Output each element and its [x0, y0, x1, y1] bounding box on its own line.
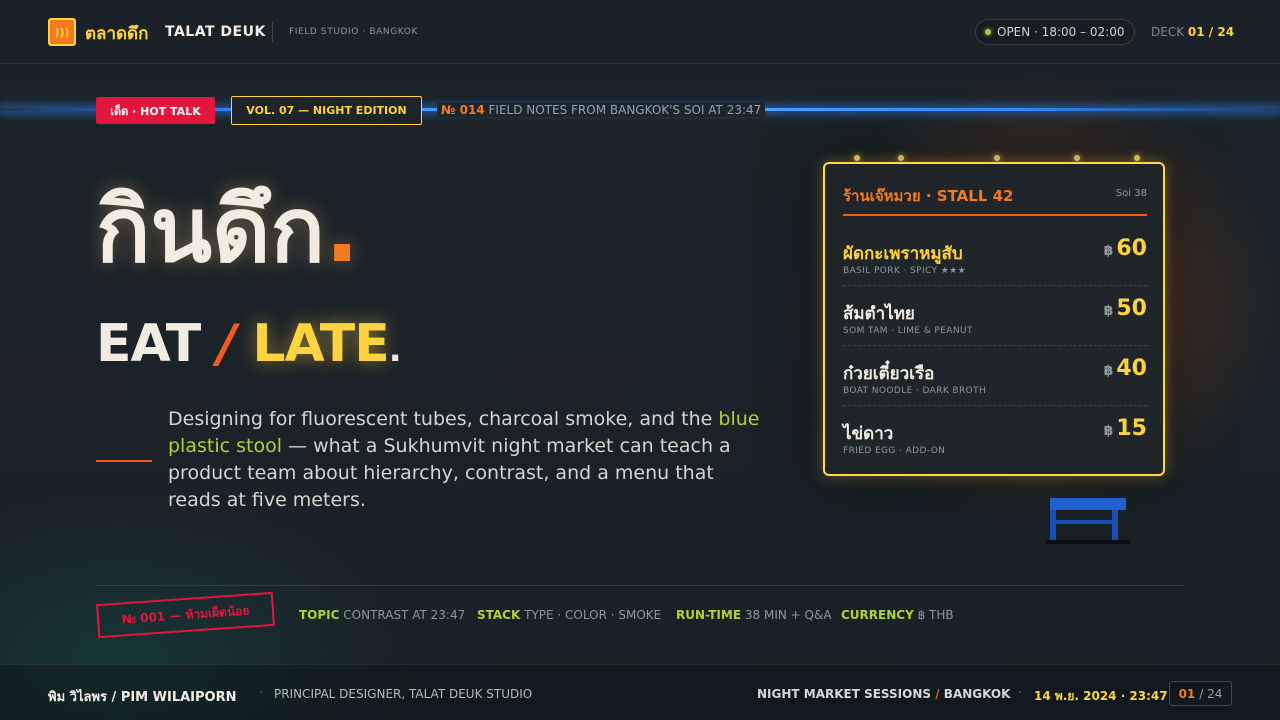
hero-slash: / — [217, 314, 236, 374]
menu-item: ก๋วยเตี๋ยวเรือ BOAT NOODLE · DARK BROTH … — [843, 346, 1147, 406]
baht-icon: ฿ — [1103, 303, 1114, 319]
field-notes-label: № 014 FIELD NOTES FROM BANGKOK'S SOI AT … — [437, 103, 766, 117]
price-value: 15 — [1116, 416, 1147, 441]
meta-divider — [96, 585, 1184, 586]
lead-rule — [96, 460, 152, 462]
menu-rule — [843, 214, 1147, 216]
bulb-icon — [1074, 155, 1080, 161]
hero-title-thai: กินดึก. — [96, 186, 359, 276]
brand-name: TALAT DEUK — [165, 24, 266, 40]
meta-value: TYPE · COLOR · SMOKE — [524, 608, 662, 622]
speaker-name: พิม วิไลพร / PIM WILAIPORN — [48, 690, 237, 705]
price-value: 50 — [1116, 296, 1147, 321]
meta-currency: CURRENCY ฿ THB — [841, 608, 954, 622]
hero-end-dot: . — [388, 330, 402, 370]
plastic-stool-icon — [1046, 498, 1130, 544]
menu-item-name: ก๋วยเตี๋ยวเรือ — [843, 364, 935, 384]
session-date: 14 พ.ย. 2024 · 23:47 — [1034, 689, 1168, 703]
footer: พิม วิไลพร / PIM WILAIPORN · PRINCIPAL D… — [0, 664, 1280, 720]
meta-key: CURRENCY — [841, 608, 914, 622]
hero-late: LATE — [252, 314, 389, 374]
baht-icon: ฿ — [1103, 363, 1114, 379]
menu-item-description: BASIL PORK · SPICY ★★★ — [843, 266, 967, 276]
meta-topic: TOPIC CONTRAST AT 23:47 — [299, 608, 465, 622]
bulb-icon — [1134, 155, 1140, 161]
brand-subtitle: FIELD STUDIO · BANGKOK — [289, 27, 419, 37]
session-label: NIGHT MARKET SESSIONS / BANGKOK — [757, 687, 1010, 701]
menu-title: ร้านเจ๊หมวย · STALL 42 — [843, 187, 1014, 205]
hot-talk-badge: เด็ด · HOT TALK — [96, 97, 215, 124]
meta-stack: STACK TYPE · COLOR · SMOKE — [477, 608, 661, 622]
menu-item-price: ฿ 50 — [1104, 296, 1147, 321]
meta-value: ฿ THB — [917, 608, 954, 622]
page-current: 01 — [1178, 686, 1196, 701]
baht-icon: ฿ — [1103, 423, 1114, 439]
logo-icon: ))) — [48, 18, 76, 46]
separator: · — [1018, 685, 1022, 699]
bulb-icon — [854, 155, 860, 161]
menu-item-price: ฿ 40 — [1104, 356, 1147, 381]
menu-item-name: ส้มตำไทย — [843, 304, 915, 324]
lead-paragraph: Designing for fluorescent tubes, charcoa… — [168, 406, 768, 514]
sessions-slash: / — [935, 687, 940, 701]
hero-title-english: EAT / LATE. — [96, 318, 402, 370]
field-notes-text: FIELD NOTES FROM BANGKOK'S SOI AT 23:47 — [488, 103, 762, 117]
status-dot-icon — [985, 29, 991, 35]
meta-key: STACK — [477, 608, 521, 622]
brand-name-thai: ตลาดดึก — [85, 24, 149, 44]
page-total: / 24 — [1199, 686, 1223, 701]
page-counter[interactable]: 01 / 24 — [1169, 681, 1232, 706]
meta-value: CONTRAST AT 23:47 — [343, 608, 466, 622]
volume-badge: VOL. 07 — NIGHT EDITION — [231, 96, 422, 125]
meta-key: RUN-TIME — [676, 608, 742, 622]
separator: · — [259, 685, 263, 699]
divider — [272, 22, 273, 42]
hero-thai-dot: . — [324, 178, 360, 283]
city-text: BANGKOK — [943, 687, 1011, 701]
status-badge: OPEN · 18:00 – 02:00 — [975, 19, 1135, 45]
menu-item-description: BOAT NOODLE · DARK BROTH — [843, 386, 987, 396]
price-value: 60 — [1116, 236, 1147, 261]
menu-item-name: ไข่ดาว — [843, 424, 894, 444]
menu-item-description: SOM TAM · LIME & PEANUT — [843, 326, 973, 336]
meta-key: TOPIC — [299, 608, 340, 622]
deck-number: 01 / 24 — [1187, 25, 1235, 39]
menu-board: ร้านเจ๊หมวย · STALL 42 Soi 38 ผัดกะเพราห… — [823, 162, 1165, 476]
hero-eat: EAT — [96, 314, 201, 374]
menu-item: ส้มตำไทย SOM TAM · LIME & PEANUT ฿ 50 — [843, 286, 1147, 346]
field-notes-number: № 014 — [441, 103, 485, 117]
status-text: OPEN · 18:00 – 02:00 — [997, 25, 1125, 39]
menu-item-price: ฿ 15 — [1104, 416, 1147, 441]
meta-value: 38 MIN + Q&A — [744, 608, 832, 622]
menu-item-description: FRIED EGG · ADD-ON — [843, 446, 946, 456]
menu-soi: Soi 38 — [1115, 188, 1147, 199]
lead-text-start: Designing for fluorescent tubes, charcoa… — [168, 408, 719, 430]
baht-icon: ฿ — [1103, 243, 1114, 259]
menu-item-price: ฿ 60 — [1104, 236, 1147, 261]
bulb-icon — [898, 155, 904, 161]
top-bar: ))) ตลาดดึก TALAT DEUK FIELD STUDIO · BA… — [0, 0, 1280, 64]
bulb-icon — [994, 155, 1000, 161]
price-value: 40 — [1116, 356, 1147, 381]
stamp-badge: № 001 — ห้ามเผ็ดน้อย — [96, 591, 275, 639]
deck-counter: DECK 01 / 24 — [1151, 25, 1234, 39]
speaker-role: PRINCIPAL DESIGNER, TALAT DEUK STUDIO — [274, 687, 533, 701]
menu-item: ผัดกะเพราหมูสับ BASIL PORK · SPICY ★★★ ฿… — [843, 226, 1147, 286]
sessions-text: NIGHT MARKET SESSIONS — [757, 687, 932, 701]
hero-thai-text: กินดึก — [96, 178, 325, 283]
meta-runtime: RUN-TIME 38 MIN + Q&A — [676, 608, 832, 622]
menu-item: ไข่ดาว FRIED EGG · ADD-ON ฿ 15 — [843, 406, 1147, 466]
deck-label: DECK — [1151, 25, 1185, 39]
menu-item-name: ผัดกะเพราหมูสับ — [843, 244, 963, 264]
